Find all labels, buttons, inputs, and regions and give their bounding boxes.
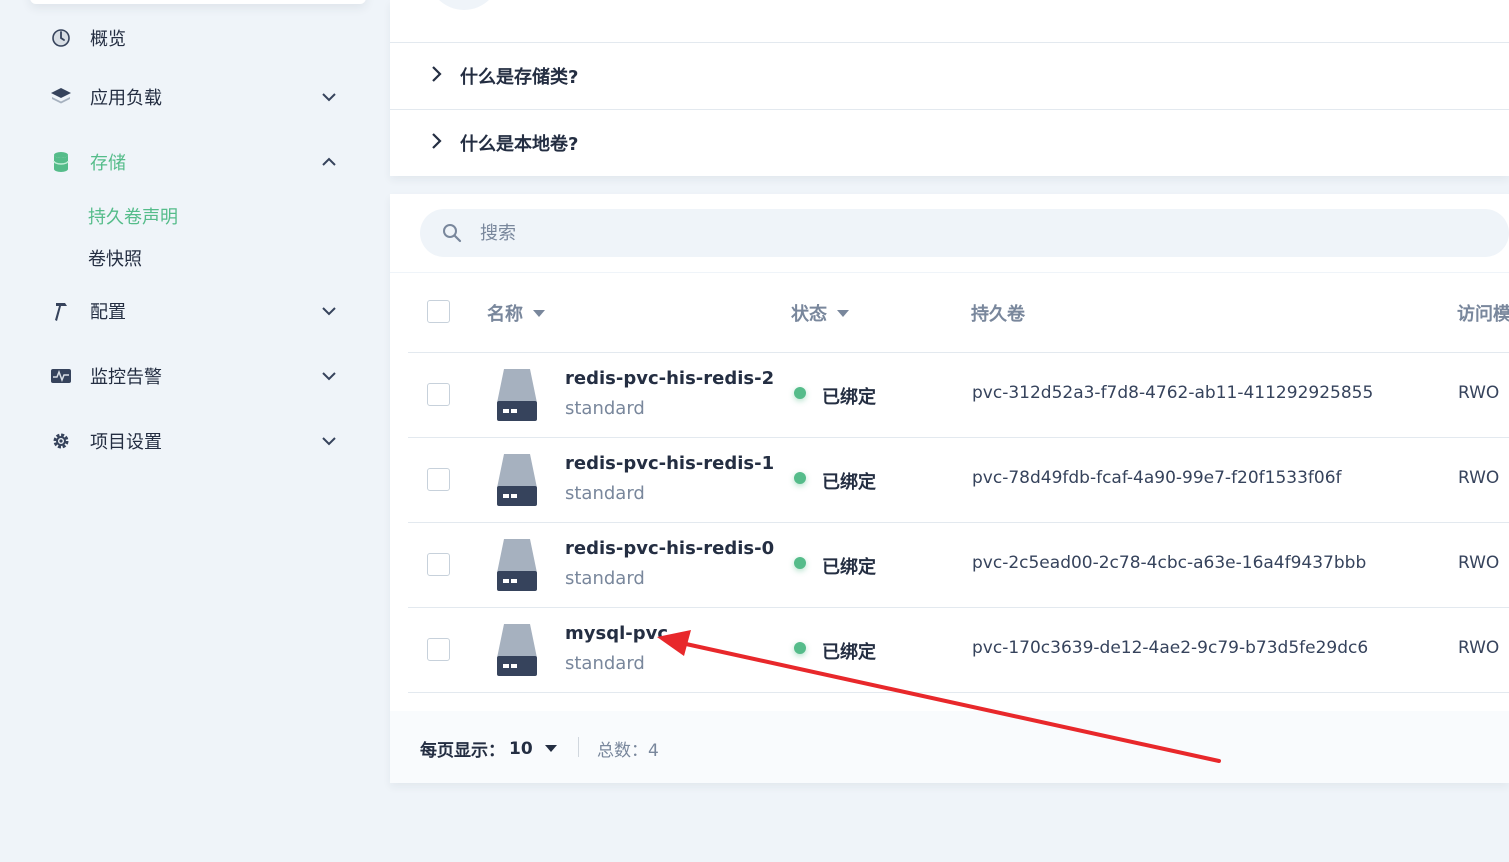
- sidebar-item-label: 概览: [90, 29, 126, 50]
- column-header-name[interactable]: 名称: [487, 300, 545, 326]
- sidebar-item-config[interactable]: 配置: [50, 296, 350, 326]
- status-dot-icon: [794, 642, 806, 654]
- disk-icon: [497, 539, 537, 591]
- storage-class-label: standard: [565, 398, 645, 419]
- caret-down-icon: [544, 745, 557, 752]
- page-size-label: 每页显示：: [420, 741, 505, 761]
- row-checkbox[interactable]: [427, 468, 450, 491]
- sidebar: 概览 应用负载 存储 持久卷声明 卷快照 配置 监控告警 项目设置: [0, 0, 390, 862]
- access-mode: RWO: [1458, 383, 1500, 403]
- dashboard-icon: [50, 27, 72, 49]
- sidebar-item-label: 应用负载: [90, 88, 162, 109]
- column-header-label: 持久卷: [971, 304, 1025, 325]
- storage-class-label: standard: [565, 483, 645, 504]
- pvc-name-link[interactable]: mysql-pvc: [565, 623, 668, 644]
- volume-name: pvc-78d49fdb-fcaf-4a90-99e7-f20f1533f06f: [972, 468, 1342, 488]
- database-icon: [50, 151, 72, 173]
- sidebar-subitem-pvc[interactable]: 持久卷声明: [88, 203, 178, 229]
- divider: [390, 42, 1509, 43]
- chevron-down-icon[interactable]: [320, 302, 338, 320]
- disk-icon: [497, 454, 537, 506]
- sidebar-item-label: 存储: [90, 153, 126, 174]
- page-size-select[interactable]: 每页显示： 10: [420, 736, 557, 761]
- status-text: 已绑定: [822, 557, 876, 578]
- sidebar-subitem-snapshots[interactable]: 卷快照: [88, 245, 142, 271]
- faq-item-label: 什么是本地卷?: [460, 134, 579, 155]
- access-mode: RWO: [1458, 553, 1500, 573]
- divider: [578, 737, 579, 757]
- chevron-down-icon[interactable]: [320, 88, 338, 106]
- table-row[interactable]: mysql-pvc standard 已绑定 pvc-170c3639-de12…: [408, 607, 1509, 692]
- column-header-label: 状态: [791, 304, 827, 325]
- column-header-status[interactable]: 状态: [791, 300, 849, 326]
- sidebar-header-edge: [30, 0, 366, 4]
- access-mode: RWO: [1458, 468, 1500, 488]
- status-text: 已绑定: [822, 387, 876, 408]
- disk-icon: [497, 369, 537, 421]
- monitor-chart-icon: [50, 365, 72, 387]
- row-checkbox[interactable]: [427, 553, 450, 576]
- faq-item-label: 什么是存储类?: [460, 67, 579, 88]
- volume-name: pvc-2c5ead00-2c78-4cbc-a63e-16a4f9437bbb: [972, 553, 1367, 573]
- chevron-up-icon[interactable]: [320, 153, 338, 171]
- sidebar-item-storage[interactable]: 存储: [50, 147, 350, 177]
- column-header-access-mode: 访问模: [1457, 300, 1509, 326]
- layers-icon: [50, 86, 72, 108]
- sidebar-item-monitoring[interactable]: 监控告警: [50, 361, 350, 391]
- storage-class-label: standard: [565, 568, 645, 589]
- status-dot-icon: [794, 387, 806, 399]
- volume-name: pvc-170c3639-de12-4ae2-9c79-b73d5fe29dc6: [972, 638, 1369, 658]
- access-mode: RWO: [1458, 638, 1500, 658]
- sidebar-item-label: 项目设置: [90, 432, 162, 453]
- pagination-bar: [390, 711, 1509, 783]
- column-header-label: 名称: [487, 304, 523, 325]
- select-all-checkbox[interactable]: [427, 300, 450, 323]
- chevron-down-icon[interactable]: [320, 367, 338, 385]
- hammer-icon: [50, 300, 72, 322]
- disk-icon: [497, 624, 537, 676]
- storage-class-label: standard: [565, 653, 645, 674]
- status-text: 已绑定: [822, 472, 876, 493]
- chevron-down-icon[interactable]: [320, 432, 338, 450]
- status-dot-icon: [794, 557, 806, 569]
- sidebar-item-label: 监控告警: [90, 367, 162, 388]
- chevron-right-icon: [430, 65, 442, 87]
- sidebar-item-overview[interactable]: 概览: [50, 23, 350, 53]
- faq-item-storage-class[interactable]: 什么是存储类?: [430, 61, 578, 91]
- sidebar-item-workloads[interactable]: 应用负载: [50, 82, 350, 112]
- total-count: 总数：4: [597, 741, 659, 761]
- chevron-right-icon: [430, 132, 442, 154]
- divider: [390, 272, 1509, 273]
- pvc-name-link[interactable]: redis-pvc-his-redis-1: [565, 453, 774, 474]
- search-bar[interactable]: [420, 209, 1509, 257]
- table-row[interactable]: redis-pvc-his-redis-2 standard 已绑定 pvc-3…: [408, 352, 1509, 437]
- caret-down-icon: [533, 309, 545, 317]
- pvc-name-link[interactable]: redis-pvc-his-redis-2: [565, 368, 774, 389]
- status-text: 已绑定: [822, 642, 876, 663]
- page-size-value: 10: [509, 738, 533, 759]
- row-divider: [408, 692, 1509, 693]
- table-row[interactable]: redis-pvc-his-redis-0 standard 已绑定 pvc-2…: [408, 522, 1509, 607]
- column-header-volume: 持久卷: [971, 300, 1025, 326]
- sidebar-item-label: 配置: [90, 302, 126, 323]
- faq-item-local-volume[interactable]: 什么是本地卷?: [430, 128, 578, 158]
- search-input[interactable]: [480, 222, 1380, 244]
- status-dot-icon: [794, 472, 806, 484]
- search-icon: [442, 223, 462, 243]
- column-header-label: 访问模: [1457, 304, 1509, 325]
- divider: [390, 109, 1509, 110]
- pvc-name-link[interactable]: redis-pvc-his-redis-0: [565, 538, 774, 559]
- gear-icon: [50, 430, 72, 452]
- row-checkbox[interactable]: [427, 638, 450, 661]
- sidebar-item-project-settings[interactable]: 项目设置: [50, 426, 350, 456]
- volume-name: pvc-312d52a3-f7d8-4762-ab11-411292925855: [972, 383, 1374, 403]
- caret-down-icon: [837, 309, 849, 317]
- row-checkbox[interactable]: [427, 383, 450, 406]
- table-row[interactable]: redis-pvc-his-redis-1 standard 已绑定 pvc-7…: [408, 437, 1509, 522]
